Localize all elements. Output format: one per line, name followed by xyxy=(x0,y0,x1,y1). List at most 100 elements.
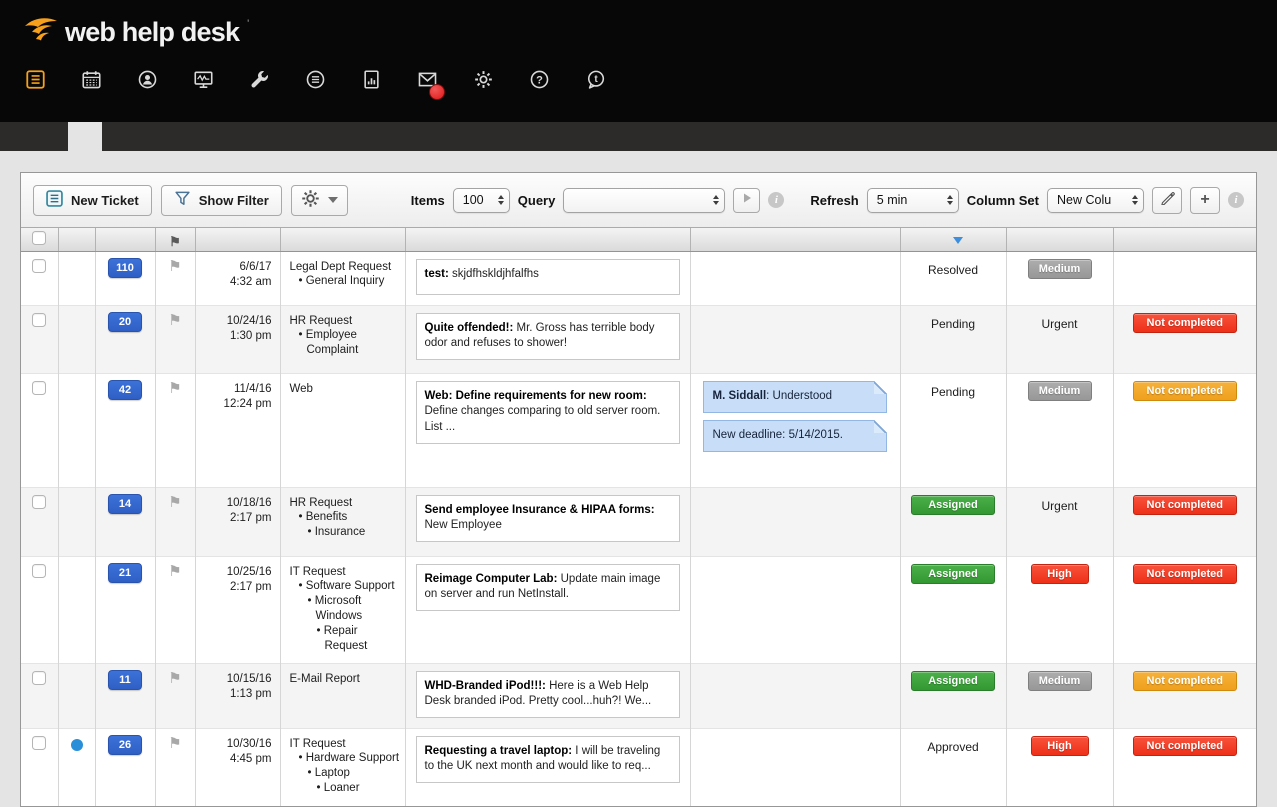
column-header-alert-level[interactable] xyxy=(1113,228,1256,251)
nav-item-help[interactable]: ? xyxy=(530,70,558,94)
flag-icon[interactable]: ⚑ xyxy=(168,734,181,752)
column-header-priority[interactable] xyxy=(1006,228,1113,251)
request-detail-box[interactable]: test: skjdfhskldjhfalfhs xyxy=(416,259,680,295)
nav-item-clients[interactable] xyxy=(138,70,166,94)
ticket-number-badge[interactable]: 26 xyxy=(108,735,142,755)
ticket-number-badge[interactable]: 110 xyxy=(108,258,142,278)
alert-badge: Not completed xyxy=(1133,381,1237,401)
messages-count-badge xyxy=(429,84,445,100)
row-checkbox[interactable] xyxy=(32,381,46,395)
flag-icon[interactable]: ⚑ xyxy=(168,379,181,397)
alert-badge: Not completed xyxy=(1133,736,1237,756)
status-text: Approved xyxy=(901,740,1006,754)
ticket-number-badge[interactable]: 42 xyxy=(108,380,142,400)
row-checkbox[interactable] xyxy=(32,564,46,578)
row-checkbox[interactable] xyxy=(32,671,46,685)
ticket-number-badge[interactable]: 11 xyxy=(108,670,142,690)
select-stepper-icon xyxy=(947,195,953,205)
column-header-request-type[interactable] xyxy=(280,228,405,251)
request-type-line: IT Request xyxy=(290,737,401,752)
column-header-no-[interactable] xyxy=(95,228,155,251)
row-checkbox[interactable] xyxy=(32,313,46,327)
row-checkbox[interactable] xyxy=(32,495,46,509)
latest-notes-cell xyxy=(690,487,900,556)
subnav-tab-3[interactable] xyxy=(102,122,136,151)
nav-item-messages[interactable] xyxy=(418,70,446,94)
subnav-tab-2[interactable] xyxy=(68,122,102,151)
priority-badge: Medium xyxy=(1028,381,1092,401)
priority-badge: High xyxy=(1031,564,1089,584)
priority-badge: Medium xyxy=(1028,671,1092,691)
request-detail-box[interactable]: Web: Define requirements for new room: D… xyxy=(416,381,680,445)
tickets-icon xyxy=(26,70,45,94)
ticket-number-badge[interactable]: 20 xyxy=(108,312,142,332)
play-icon xyxy=(741,191,753,209)
ticket-row: 14 ⚑ 10/18/162:17 pm HR Request• Benefit… xyxy=(21,487,1256,556)
row-checkbox[interactable] xyxy=(32,736,46,750)
column-set-select[interactable]: New Colu xyxy=(1047,188,1144,213)
request-type-line: HR Request xyxy=(290,314,401,329)
column-header-latest-notes[interactable] xyxy=(690,228,900,251)
flag-icon[interactable]: ⚑ xyxy=(168,493,181,511)
ticket-row: 26 ⚑ 10/30/164:45 pm IT Request• Hardwar… xyxy=(21,728,1256,807)
bulk-actions-gear-button[interactable] xyxy=(291,185,348,216)
refresh-label: Refresh xyxy=(810,193,858,208)
reports-icon xyxy=(362,70,381,94)
items-select[interactable]: 100 xyxy=(453,188,510,213)
subnav-tab-5[interactable] xyxy=(170,122,204,151)
request-type-cell: Legal Dept Request• General Inquiry xyxy=(281,252,405,290)
query-select[interactable] xyxy=(563,188,725,213)
subnav-tab-6[interactable] xyxy=(204,122,238,151)
request-detail-box[interactable]: WHD-Branded iPod!!!: Here is a Web Help … xyxy=(416,671,680,719)
run-query-button[interactable] xyxy=(733,188,760,213)
request-type-line: • Repair Request xyxy=(290,624,401,654)
request-type-line: • Employee Complaint xyxy=(290,328,401,358)
request-type-line: • Hardware Support xyxy=(290,751,401,766)
app-logo: web help desk ' xyxy=(24,14,248,51)
column-header-updated[interactable] xyxy=(195,228,280,251)
table-header-row: ⚑ xyxy=(21,228,1256,251)
column-header-request-detail[interactable] xyxy=(405,228,690,251)
request-detail-box[interactable]: Send employee Insurance & HIPAA forms: N… xyxy=(416,495,680,543)
nav-item-faqs[interactable] xyxy=(306,70,334,94)
column-header--[interactable] xyxy=(58,228,95,251)
ticket-number-badge[interactable]: 21 xyxy=(108,563,142,583)
ticket-row: 21 ⚑ 10/25/162:17 pm IT Request• Softwar… xyxy=(21,556,1256,663)
show-filter-button[interactable]: Show Filter xyxy=(161,185,282,216)
flag-icon[interactable]: ⚑ xyxy=(168,562,181,580)
request-type-line: • Benefits xyxy=(290,510,401,525)
nav-item-tickets[interactable] xyxy=(26,70,54,94)
latest-notes-cell xyxy=(690,251,900,305)
flag-icon[interactable]: ⚑ xyxy=(168,669,181,687)
nav-item-assets[interactable] xyxy=(194,70,222,94)
add-column-set-button[interactable]: + xyxy=(1190,187,1220,214)
ticket-number-badge[interactable]: 14 xyxy=(108,494,142,514)
nav-item-thwack[interactable]: t xyxy=(586,70,614,94)
edit-column-set-button[interactable] xyxy=(1152,187,1182,214)
faqs-icon xyxy=(306,70,325,94)
flag-icon[interactable]: ⚑ xyxy=(168,311,181,329)
request-detail-box[interactable]: Requesting a travel laptop: I will be tr… xyxy=(416,736,680,784)
new-ticket-button[interactable]: New Ticket xyxy=(33,185,152,216)
request-type-line: • Software Support xyxy=(290,579,401,594)
subnav-tab-0[interactable] xyxy=(0,122,34,151)
row-checkbox[interactable] xyxy=(32,259,46,273)
nav-item-calendar[interactable] xyxy=(82,70,110,94)
refresh-select[interactable]: 5 min xyxy=(867,188,959,213)
nav-item-parts[interactable] xyxy=(250,70,278,94)
request-detail-box[interactable]: Quite offended!: Mr. Gross has terrible … xyxy=(416,313,680,361)
subnav-tab-4[interactable] xyxy=(136,122,170,151)
column-set-info-icon[interactable]: i xyxy=(1228,192,1244,208)
select-all-checkbox[interactable] xyxy=(32,231,46,245)
alert-badge: Not completed xyxy=(1133,671,1237,691)
show-filter-label: Show Filter xyxy=(199,193,269,208)
column-header-status[interactable] xyxy=(900,228,1006,251)
tickets-table: ⚑ 110 ⚑ 6/6/174:32 am Legal Dept Request… xyxy=(21,228,1256,807)
query-info-icon[interactable]: i xyxy=(768,192,784,208)
ticket-row: 42 ⚑ 11/4/1612:24 pm Web Web: Define req… xyxy=(21,373,1256,487)
subnav-tab-1[interactable] xyxy=(34,122,68,151)
flag-icon[interactable]: ⚑ xyxy=(168,257,181,275)
nav-item-reports[interactable] xyxy=(362,70,390,94)
nav-item-setup[interactable] xyxy=(474,70,502,94)
request-detail-box[interactable]: Reimage Computer Lab: Update main image … xyxy=(416,564,680,612)
